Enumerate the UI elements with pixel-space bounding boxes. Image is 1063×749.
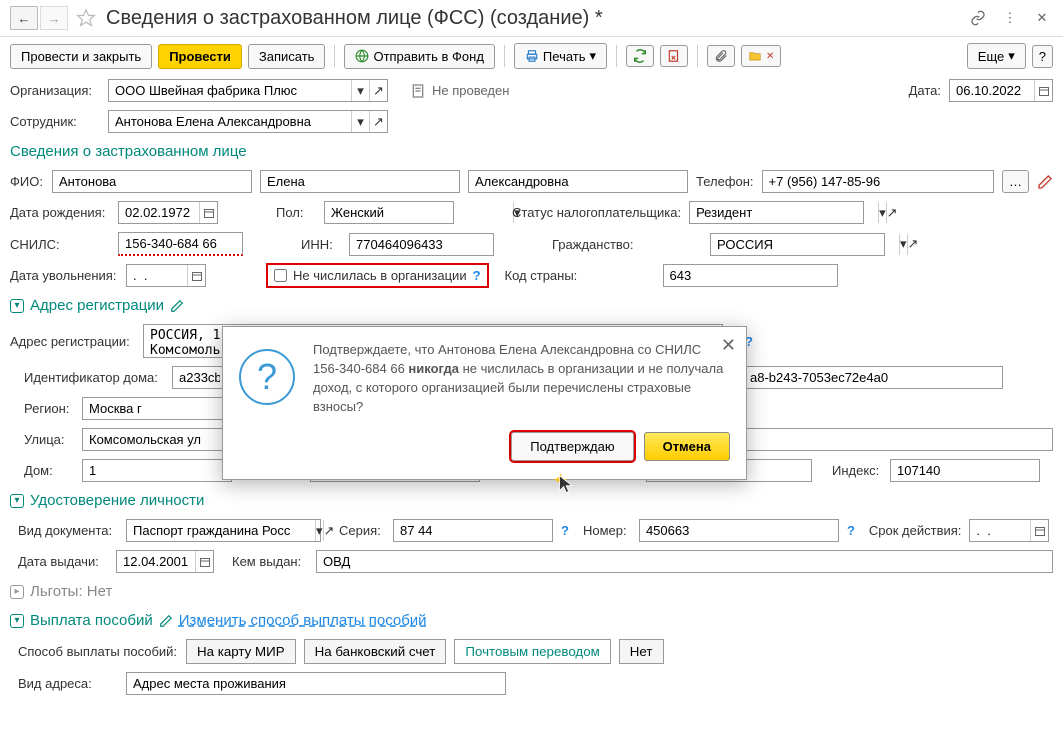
close-icon[interactable]: ✕: [721, 335, 736, 356]
dialog-overlay: ✕ ? Подтверждаете, что Антонова Елена Ал…: [0, 0, 1063, 749]
question-icon: ?: [239, 349, 295, 405]
cursor-icon: [557, 474, 577, 494]
confirm-button[interactable]: Подтверждаю: [511, 432, 633, 461]
cancel-button[interactable]: Отмена: [644, 432, 730, 461]
confirm-dialog: ✕ ? Подтверждаете, что Антонова Елена Ал…: [222, 326, 747, 480]
dialog-text: Подтверждаете, что Антонова Елена Алекса…: [313, 341, 730, 416]
